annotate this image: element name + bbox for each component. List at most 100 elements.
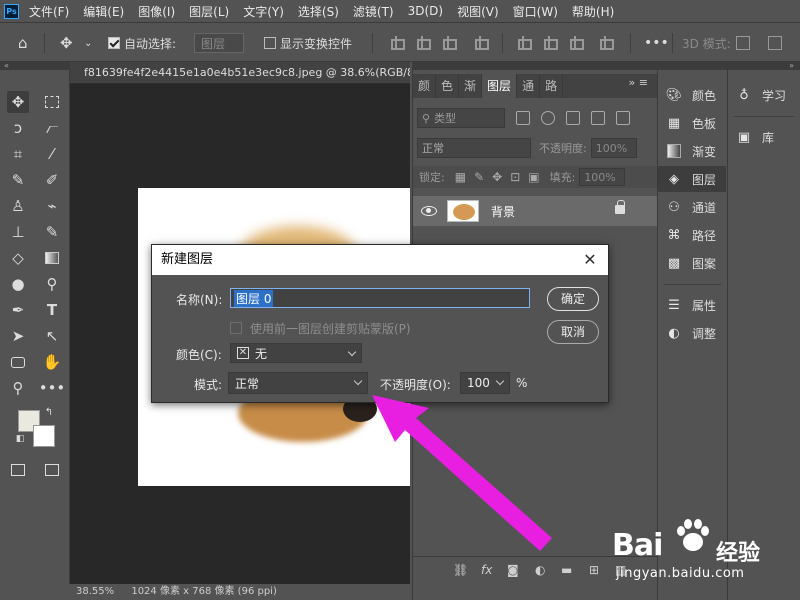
color-dropdown[interactable]: ✕ 无 xyxy=(230,343,362,363)
layer-name-input[interactable]: 图层 0 xyxy=(230,288,530,308)
dock-patterns[interactable]: ▩ 图案 xyxy=(658,250,726,276)
3d-pan-icon[interactable] xyxy=(768,33,782,53)
dock-layers[interactable]: ◈ 图层 xyxy=(658,166,726,192)
auto-select-target-value[interactable]: 图层 xyxy=(194,33,245,53)
lock-icon[interactable] xyxy=(615,200,625,214)
menu-type[interactable]: 文字(Y) xyxy=(243,3,284,20)
layer-thumbnail[interactable] xyxy=(447,200,479,222)
type-tool-icon[interactable]: T xyxy=(41,299,63,321)
filter-adjustment-icon[interactable] xyxy=(541,111,555,125)
more-options-icon[interactable]: ••• xyxy=(644,33,669,53)
layer-row-background[interactable]: 背景 xyxy=(413,196,657,226)
layer-style-fx-icon[interactable]: fx xyxy=(481,563,492,577)
blur-tool-icon[interactable]: ● xyxy=(7,273,29,295)
menu-window[interactable]: 窗口(W) xyxy=(513,3,558,20)
lock-all-icon[interactable]: ▣ xyxy=(528,170,539,184)
more-tools-icon[interactable]: ••• xyxy=(39,377,66,399)
clone-stamp-tool-icon[interactable]: ♙ xyxy=(7,195,29,217)
menu-3d[interactable]: 3D(D) xyxy=(408,4,443,18)
lasso-tool-icon[interactable]: ↄ xyxy=(7,117,29,139)
panels-collapse-icon[interactable]: » xyxy=(412,62,800,70)
auto-select-checkbox[interactable]: 自动选择: xyxy=(108,33,176,53)
brush-tool-icon[interactable]: ✐ xyxy=(41,169,63,191)
default-colors-icon[interactable]: ◧ xyxy=(14,433,26,445)
swap-colors-icon[interactable]: ↰ xyxy=(43,406,55,418)
filter-shape-icon[interactable] xyxy=(591,111,605,125)
background-color-swatch[interactable] xyxy=(33,425,55,447)
gradient-tool-icon[interactable] xyxy=(41,247,63,269)
layer-name[interactable]: 背景 xyxy=(491,203,515,220)
quick-mask-icon[interactable] xyxy=(7,459,29,481)
align-right-icon[interactable] xyxy=(441,36,457,50)
filter-kind-dropdown[interactable]: ⚲ 类型 xyxy=(417,108,505,128)
menu-select[interactable]: 选择(S) xyxy=(298,3,339,20)
zoom-tool-icon[interactable]: ⚲ xyxy=(7,377,29,399)
tab-color[interactable]: 颜 xyxy=(413,74,437,98)
lock-artboard-icon[interactable]: ⊡ xyxy=(510,170,520,184)
fill-input[interactable]: 100% xyxy=(579,168,626,186)
stamp-tool-icon[interactable]: ⊥ xyxy=(7,221,29,243)
home-icon[interactable]: ⌂ xyxy=(18,33,28,53)
healing-brush-tool-icon[interactable]: ✎ xyxy=(7,169,29,191)
toolbar-collapse-icon[interactable]: « xyxy=(0,62,70,70)
tab-gradients[interactable]: 渐 xyxy=(459,74,483,98)
rectangle-tool-icon[interactable] xyxy=(7,351,29,373)
filter-type-icon[interactable] xyxy=(566,111,580,125)
auto-select-target-dropdown[interactable]: 图层 xyxy=(194,33,245,53)
adjustment-layer-icon[interactable]: ◐ xyxy=(535,563,545,577)
align-bottom-icon[interactable] xyxy=(568,36,584,50)
lock-position-icon[interactable]: ✥ xyxy=(492,170,502,184)
move-tool-preset-icon[interactable]: ✥ xyxy=(60,33,73,53)
tab-paths[interactable]: 路 xyxy=(540,74,564,98)
checkbox-unchecked-icon[interactable] xyxy=(264,37,276,49)
opacity-value[interactable]: 100 xyxy=(467,376,490,390)
dock-learn[interactable]: ♁ 学习 xyxy=(728,82,800,108)
visibility-eye-icon[interactable] xyxy=(421,206,437,216)
checkbox-checked-icon[interactable] xyxy=(108,37,120,49)
align-left-icon[interactable] xyxy=(389,36,405,50)
crop-tool-icon[interactable]: ⌗ xyxy=(7,143,29,165)
move-tool-icon[interactable]: ✥ xyxy=(7,91,29,113)
document-tab[interactable]: f81639fe4f2e4415e1a0e4b51e3ec9c8.jpeg @ … xyxy=(70,62,410,84)
align-top-icon[interactable] xyxy=(516,36,532,50)
cancel-button[interactable]: 取消 xyxy=(547,320,599,344)
dock-color[interactable]: 🎨︎ 颜色 xyxy=(658,82,726,108)
opacity-input[interactable]: 100 xyxy=(460,372,510,394)
mode-dropdown[interactable]: 正常 xyxy=(228,372,368,394)
filter-pixel-icon[interactable] xyxy=(516,111,530,125)
layer-name-value[interactable]: 图层 0 xyxy=(234,289,274,307)
new-layer-icon[interactable]: ⊞ xyxy=(589,563,599,577)
add-mask-icon[interactable]: ◙ xyxy=(507,563,519,577)
tab-channels[interactable]: 通 xyxy=(517,74,541,98)
marquee-tool-icon[interactable] xyxy=(41,91,63,113)
link-layers-icon[interactable]: ⛓ xyxy=(453,563,468,577)
ok-button[interactable]: 确定 xyxy=(547,287,599,311)
new-group-icon[interactable]: ▬ xyxy=(561,563,572,577)
tab-layers[interactable]: 图层 xyxy=(482,74,518,98)
menu-filter[interactable]: 滤镜(T) xyxy=(353,3,394,20)
menu-edit[interactable]: 编辑(E) xyxy=(83,3,124,20)
dock-paths[interactable]: ⌘ 路径 xyxy=(658,222,726,248)
distribute-vertical-icon[interactable] xyxy=(598,36,614,50)
menu-help[interactable]: 帮助(H) xyxy=(572,3,614,20)
quick-select-tool-icon[interactable]: ⦧ xyxy=(41,117,63,139)
pen-tool-icon[interactable]: ✒ xyxy=(7,299,29,321)
dock-libraries[interactable]: ▣ 库 xyxy=(728,124,800,150)
zoom-level[interactable]: 38.55% xyxy=(76,586,114,597)
dock-swatches[interactable]: ▦ 色板 xyxy=(658,110,726,136)
hand-tool-icon[interactable]: ✋ xyxy=(41,351,63,373)
chevron-down-icon[interactable]: ⌄ xyxy=(84,33,92,53)
menu-file[interactable]: 文件(F) xyxy=(29,3,69,20)
menu-layer[interactable]: 图层(L) xyxy=(189,3,229,20)
dock-gradients[interactable]: 渐变 xyxy=(658,138,726,164)
art-history-brush-icon[interactable]: ✎ xyxy=(41,221,63,243)
eyedropper-tool-icon[interactable]: ⁄ xyxy=(41,143,63,165)
align-center-icon[interactable] xyxy=(415,36,431,50)
panel-menu-icon[interactable]: » ≡ xyxy=(629,76,648,89)
chevron-down-icon[interactable] xyxy=(495,376,505,386)
dock-adjustments[interactable]: ◐ 调整 xyxy=(658,320,726,346)
blend-mode-dropdown[interactable]: 正常 xyxy=(417,138,531,158)
menu-view[interactable]: 视图(V) xyxy=(457,3,499,20)
close-icon[interactable]: ✕ xyxy=(580,250,600,270)
show-transform-checkbox[interactable]: 显示变换控件 xyxy=(264,33,352,53)
